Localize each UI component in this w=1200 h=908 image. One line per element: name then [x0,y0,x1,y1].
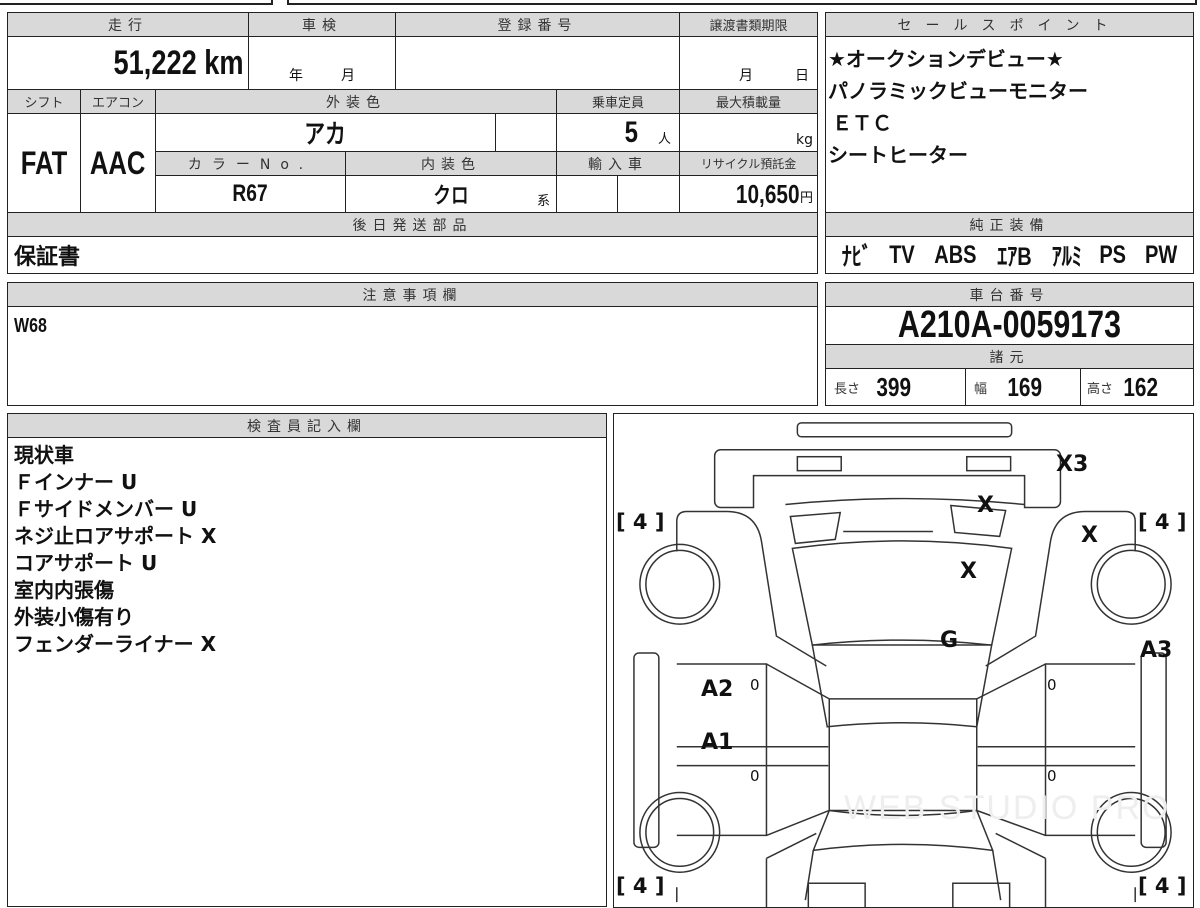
equipment-item: ｴｱB [997,243,1033,271]
registration-header: 登録番号 [395,12,680,37]
equipment-item: ｱﾙﾐ [1051,243,1082,271]
damage-mark: A1 [701,730,734,755]
inspector-line: 室内内張傷 [14,578,114,602]
inspector-line: Ｆサイドメンバー U [14,497,198,521]
equipment-item: TV [889,240,916,269]
shaken-header: 車検 [248,12,396,37]
damage-mark: X [1081,523,1098,548]
sales-point-item: ★オークションデビュー★ [828,47,1064,71]
sales-point-item: パノラミックビューモニター [828,79,1088,103]
recycle-value: 10,650 円 [679,175,818,213]
int-color-header: 内装色 [345,151,557,176]
top-strip [0,0,273,5]
ac-header: エアコン [80,89,156,114]
door-mark: 0 [1047,676,1057,694]
color-no-value: R67 [155,175,346,213]
ext-color-extra [495,113,557,152]
door-mark: 0 [750,767,760,785]
damage-mark: G [940,628,959,653]
shift-header: シフト [7,89,81,114]
import-value-2 [617,175,680,213]
inspector-header: 検査員記入欄 [7,413,607,438]
inspector-line: フェンダーライナー X [14,632,216,656]
equipment-list: ﾅﾋﾞ TV ABS ｴｱB ｱﾙﾐ PS PW [825,236,1194,274]
shaken-value: 年月 [248,36,396,90]
inspector-line: 外装小傷有り [14,605,134,629]
mileage-value: 51,222 km [7,36,249,90]
capacity-value: 5人 [556,113,680,152]
notes-header: 注意事項欄 [7,282,818,307]
max-load-value: kg [679,113,818,152]
equipment-item: ﾅﾋﾞ [841,243,872,271]
sales-point-item: シートヒーター [828,143,968,167]
chassis-header: 車台番号 [825,282,1194,307]
int-color-value: クロ系 [345,175,557,213]
spec-header: 諸元 [825,344,1194,369]
sales-point-header: セールスポイント [825,12,1194,37]
transfer-value: 月日 [679,36,818,90]
equipment-item: ABS [934,240,977,269]
top-strip [287,0,1197,5]
inspector-line: 現状車 [14,443,74,467]
height-cell: 高さ 162 [1080,368,1194,406]
later-parts-value: 保証書 [7,236,818,274]
inspector-notes: 現状車 Ｆインナー U Ｆサイドメンバー U ネジ止ロアサポート X コアサポー… [7,437,607,907]
damage-diagram: WEB STUDIO PRO [613,413,1194,908]
watermark: WEB STUDIO PRO [844,789,1171,827]
tire-depth-rr: [ 4 ] [1138,874,1187,898]
ext-color-value: アカ [155,113,496,152]
damage-mark: A2 [701,677,734,702]
ac-value: AAC [80,113,156,213]
transfer-header: 譲渡書類期限 [679,12,818,37]
damage-mark: X [960,559,977,584]
sales-point-list: ★オークションデビュー★ パノラミックビューモニター ＥＴＣ シートヒーター [825,36,1194,213]
inspector-line: コアサポート U [14,551,158,575]
color-no-header: カラーNo. [155,151,346,176]
equipment-item: PS [1099,240,1127,269]
tire-depth-fl: [ 4 ] [616,510,665,534]
capacity-header: 乗車定員 [556,89,680,114]
import-value [556,175,618,213]
width-cell: 幅 169 [965,368,1081,406]
damage-mark: X3 [1056,452,1089,477]
notes-value: W68 [7,306,818,406]
inspector-line: Ｆインナー U [14,470,138,494]
damage-mark: X [977,493,994,518]
recycle-header: リサイクル預託金 [679,151,818,176]
tire-depth-fr: [ 4 ] [1138,510,1187,534]
ext-color-header: 外装色 [155,89,557,114]
registration-value [395,36,680,90]
equipment-header: 純正装備 [825,212,1194,237]
door-mark: 0 [1047,767,1057,785]
later-parts-header: 後日発送部品 [7,212,818,237]
tire-depth-rl: [ 4 ] [616,874,665,898]
damage-mark: A3 [1140,638,1173,663]
length-cell: 長さ 399 [825,368,966,406]
chassis-number: A210A-0059173 [825,306,1194,345]
max-load-header: 最大積載量 [679,89,818,114]
mileage-header: 走行 [7,12,249,37]
shift-value: FAT [7,113,81,213]
door-mark: 0 [750,676,760,694]
sales-point-item: ＥＴＣ [832,111,892,135]
equipment-item: PW [1145,240,1178,269]
import-header: 輸入車 [556,151,680,176]
car-outline-icon [633,422,1172,907]
inspector-line: ネジ止ロアサポート X [14,524,217,548]
